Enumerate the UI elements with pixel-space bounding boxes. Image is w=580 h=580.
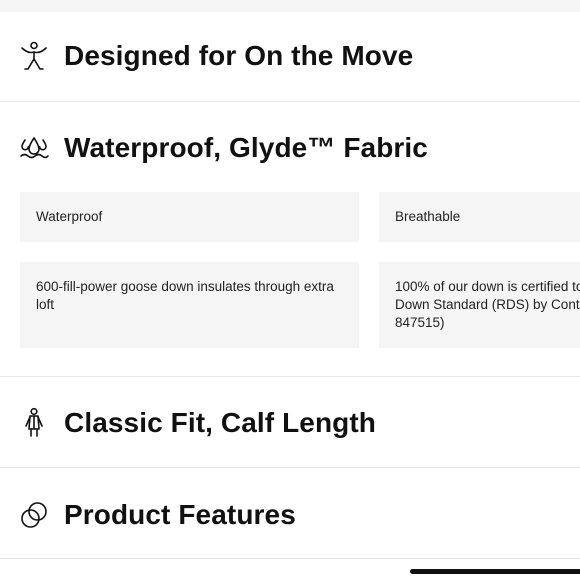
feature-text: Waterproof [36,209,103,224]
product-details-page: Designed for On the Move Waterproof, Gly… [0,0,580,580]
section-title: Waterproof, Glyde™ Fabric [64,132,428,163]
overlapping-circles-icon [18,499,50,531]
feature-card-waterproof: Waterproof [20,192,359,242]
section-title: Classic Fit, Calf Length [64,407,376,438]
home-indicator[interactable] [410,569,580,574]
feature-text: 100% of our down is certified to Down St… [395,279,580,330]
section-product-features[interactable]: Product Features [0,468,580,558]
top-band [0,0,580,12]
feature-card-breathable: Breathable [379,192,580,242]
section-title: Product Features [64,499,296,530]
feature-text: Breathable [395,209,461,224]
section-designed-for-on-the-move[interactable]: Designed for On the Move [0,12,580,101]
section-classic-fit[interactable]: Classic Fit, Calf Length [0,377,580,467]
active-person-icon [18,40,50,72]
section-title: Designed for On the Move [64,40,414,71]
feature-card-rds-certified: 100% of our down is certified to Down St… [379,262,580,348]
water-drops-icon [18,132,50,164]
section-waterproof-fabric[interactable]: Waterproof, Glyde™ Fabric [0,102,580,192]
feature-text: 600-fill-power goose down insulates thro… [36,279,334,312]
divider [0,558,580,559]
feature-card-goose-down: 600-fill-power goose down insulates thro… [20,262,359,348]
long-coat-figure-icon [18,407,50,439]
